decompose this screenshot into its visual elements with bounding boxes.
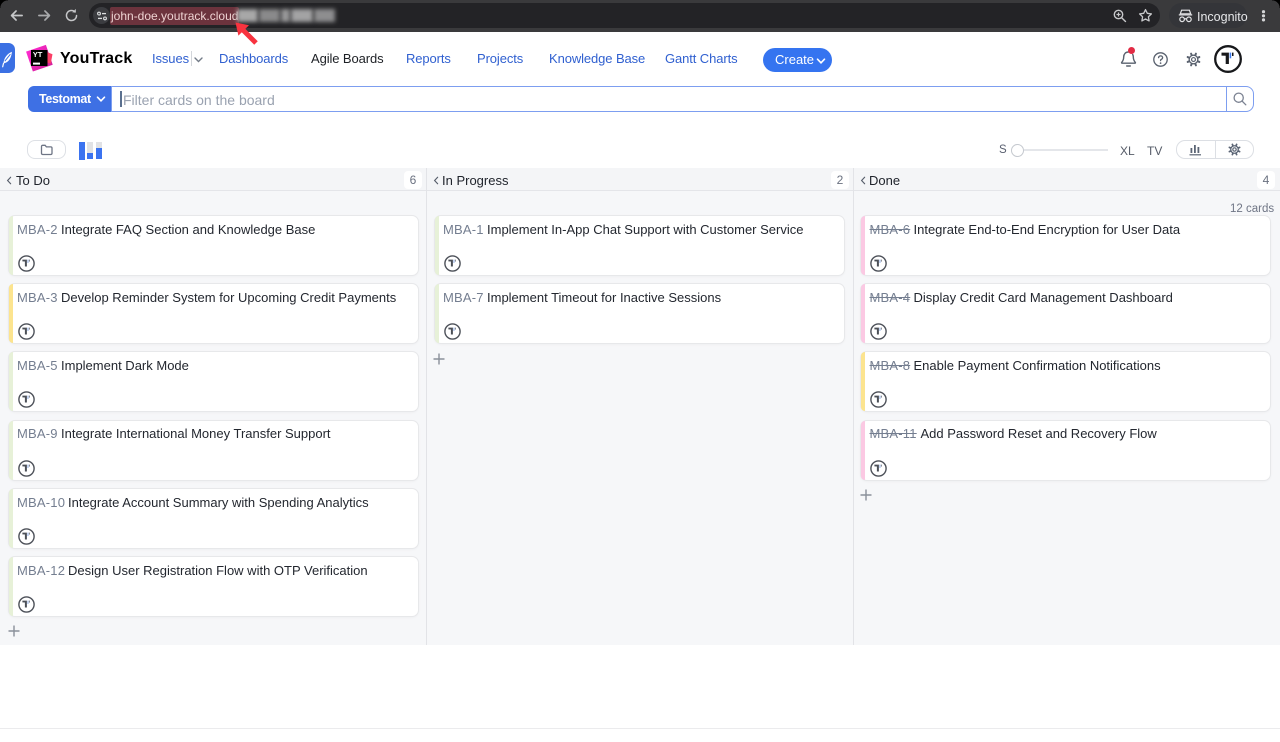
svg-text:YT: YT	[33, 50, 43, 59]
